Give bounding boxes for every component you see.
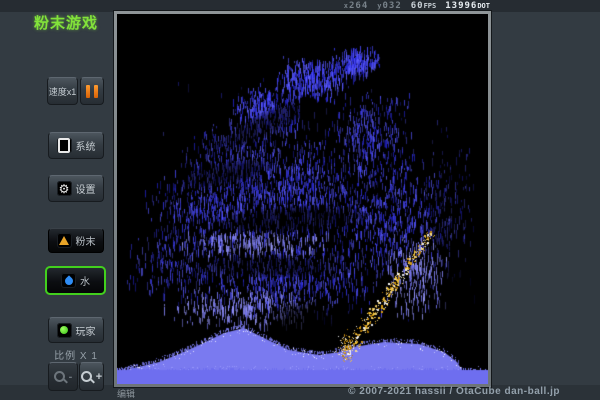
water-button-label: 水 [80,273,90,288]
settings-button[interactable]: ⚙ 设置 [48,175,104,202]
speed-button[interactable]: 速度x1 [47,77,78,105]
zoom-in-button[interactable]: + [79,362,104,391]
system-button[interactable]: 系统 [48,132,104,159]
game-title: 粉末游戏 [34,12,98,33]
system-button-label: 系统 [76,138,96,153]
settings-button-label: 设置 [76,181,96,196]
magnifier-plus-icon [81,371,92,382]
powder-icon [57,233,72,248]
pause-icon [84,85,100,98]
device-icon [57,138,72,153]
scale-label: 比例 X 1 [44,347,108,362]
canvas-frame [113,10,492,388]
powder-element-button[interactable]: 粉末 [48,228,104,253]
player-button[interactable]: 玩家 [48,317,104,343]
player-button-label: 玩家 [76,323,96,338]
gear-icon: ⚙ [57,181,72,196]
zoom-out-button[interactable]: - [48,362,78,391]
game-canvas[interactable] [117,14,488,384]
copyright: © 2007-2021 hassii / OtaCube dan-ball.jp [348,386,560,397]
zoom-in-sign: + [96,371,102,383]
water-drop-icon [61,273,76,288]
edit-mode-label: 编辑 [117,387,135,400]
player-icon [57,323,72,338]
zoom-out-sign: - [69,371,73,383]
magnifier-minus-icon [54,371,65,382]
speed-button-label: 速度x1 [49,85,77,98]
powder-button-label: 粉末 [76,233,96,248]
pause-button[interactable] [80,77,104,105]
water-element-button[interactable]: 水 [45,266,106,295]
